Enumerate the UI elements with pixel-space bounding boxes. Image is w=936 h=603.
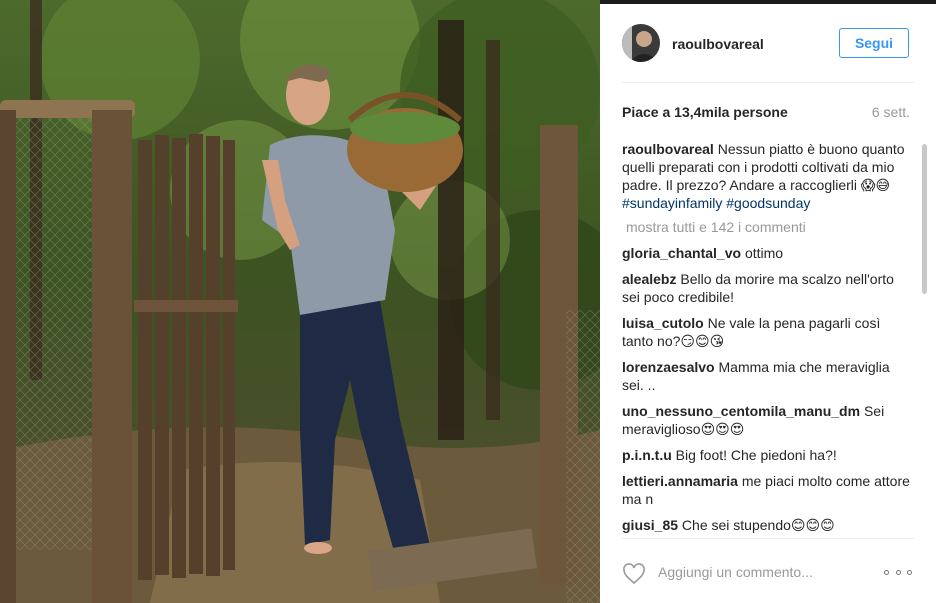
dot-icon [907, 569, 912, 575]
post-age[interactable]: 6 sett. [872, 104, 910, 120]
comment-username[interactable]: giusi_85 [622, 517, 678, 533]
caption: raoulbovareal Nessun piatto è buono quan… [622, 140, 910, 212]
more-options-icon[interactable] [884, 565, 912, 579]
comments-list[interactable]: raoulbovareal Nessun piatto è buono quan… [622, 140, 910, 538]
post-header: raoulbovareal Segui [600, 4, 936, 82]
comments-scrollbar[interactable] [922, 144, 927, 294]
dot-icon [884, 569, 889, 575]
comment-item: giusi_85 Che sei stupendo😊😊😊 [622, 516, 910, 534]
comment-text: ottimo [744, 245, 784, 261]
comment-username[interactable]: alealebz [622, 271, 676, 287]
post-footer [600, 539, 936, 603]
comment-username[interactable]: p.i.n.t.u [622, 447, 672, 463]
post-photo-illustration [0, 0, 600, 603]
caption-username[interactable]: raoulbovareal [622, 141, 714, 157]
comment-username[interactable]: lettieri.annamaria [622, 473, 738, 489]
show-all-comments-link[interactable]: mostra tutti e 142 i commenti [626, 218, 910, 236]
likes-count[interactable]: Piace a 13,4mila persone [622, 104, 788, 120]
comment-item: lorenzaesalvo Mamma mia che meraviglia s… [622, 358, 910, 394]
comment-item: luisa_cutolo Ne vale la pena pagarli cos… [622, 314, 910, 350]
header-divider [622, 82, 914, 83]
comment-username[interactable]: lorenzaesalvo [622, 359, 715, 375]
follow-button[interactable]: Segui [839, 28, 909, 58]
post-username[interactable]: raoulbovareal [672, 36, 764, 52]
avatar[interactable] [622, 24, 660, 62]
heart-outline-icon[interactable] [622, 563, 646, 585]
comment-item: gloria_chantal_vo ottimo [622, 244, 910, 262]
caption-hashtags[interactable]: #sundayinfamily #goodsunday [622, 195, 810, 211]
comment-item: p.i.n.t.u Big foot! Che piedoni ha?! [622, 446, 910, 464]
comment-item: uno_nessuno_centomila_manu_dm Sei meravi… [622, 402, 910, 438]
comment-text: Che sei stupendo😊😊😊 [681, 517, 835, 533]
comment-username[interactable]: gloria_chantal_vo [622, 245, 741, 261]
post-side-panel: raoulbovareal Segui Piace a 13,4mila per… [600, 4, 936, 603]
add-comment-input[interactable] [658, 559, 868, 585]
dot-icon [895, 569, 901, 575]
comment-item: lettieri.annamaria me piaci molto come a… [622, 472, 910, 508]
comment-username[interactable]: luisa_cutolo [622, 315, 704, 331]
comment-text: Big foot! Che piedoni ha?! [675, 447, 837, 463]
comment-username[interactable]: uno_nessuno_centomila_manu_dm [622, 403, 860, 419]
avatar-image [622, 24, 660, 62]
post-photo[interactable] [0, 0, 600, 603]
comment-item: alealebz Bello da morire ma scalzo nell'… [622, 270, 910, 306]
